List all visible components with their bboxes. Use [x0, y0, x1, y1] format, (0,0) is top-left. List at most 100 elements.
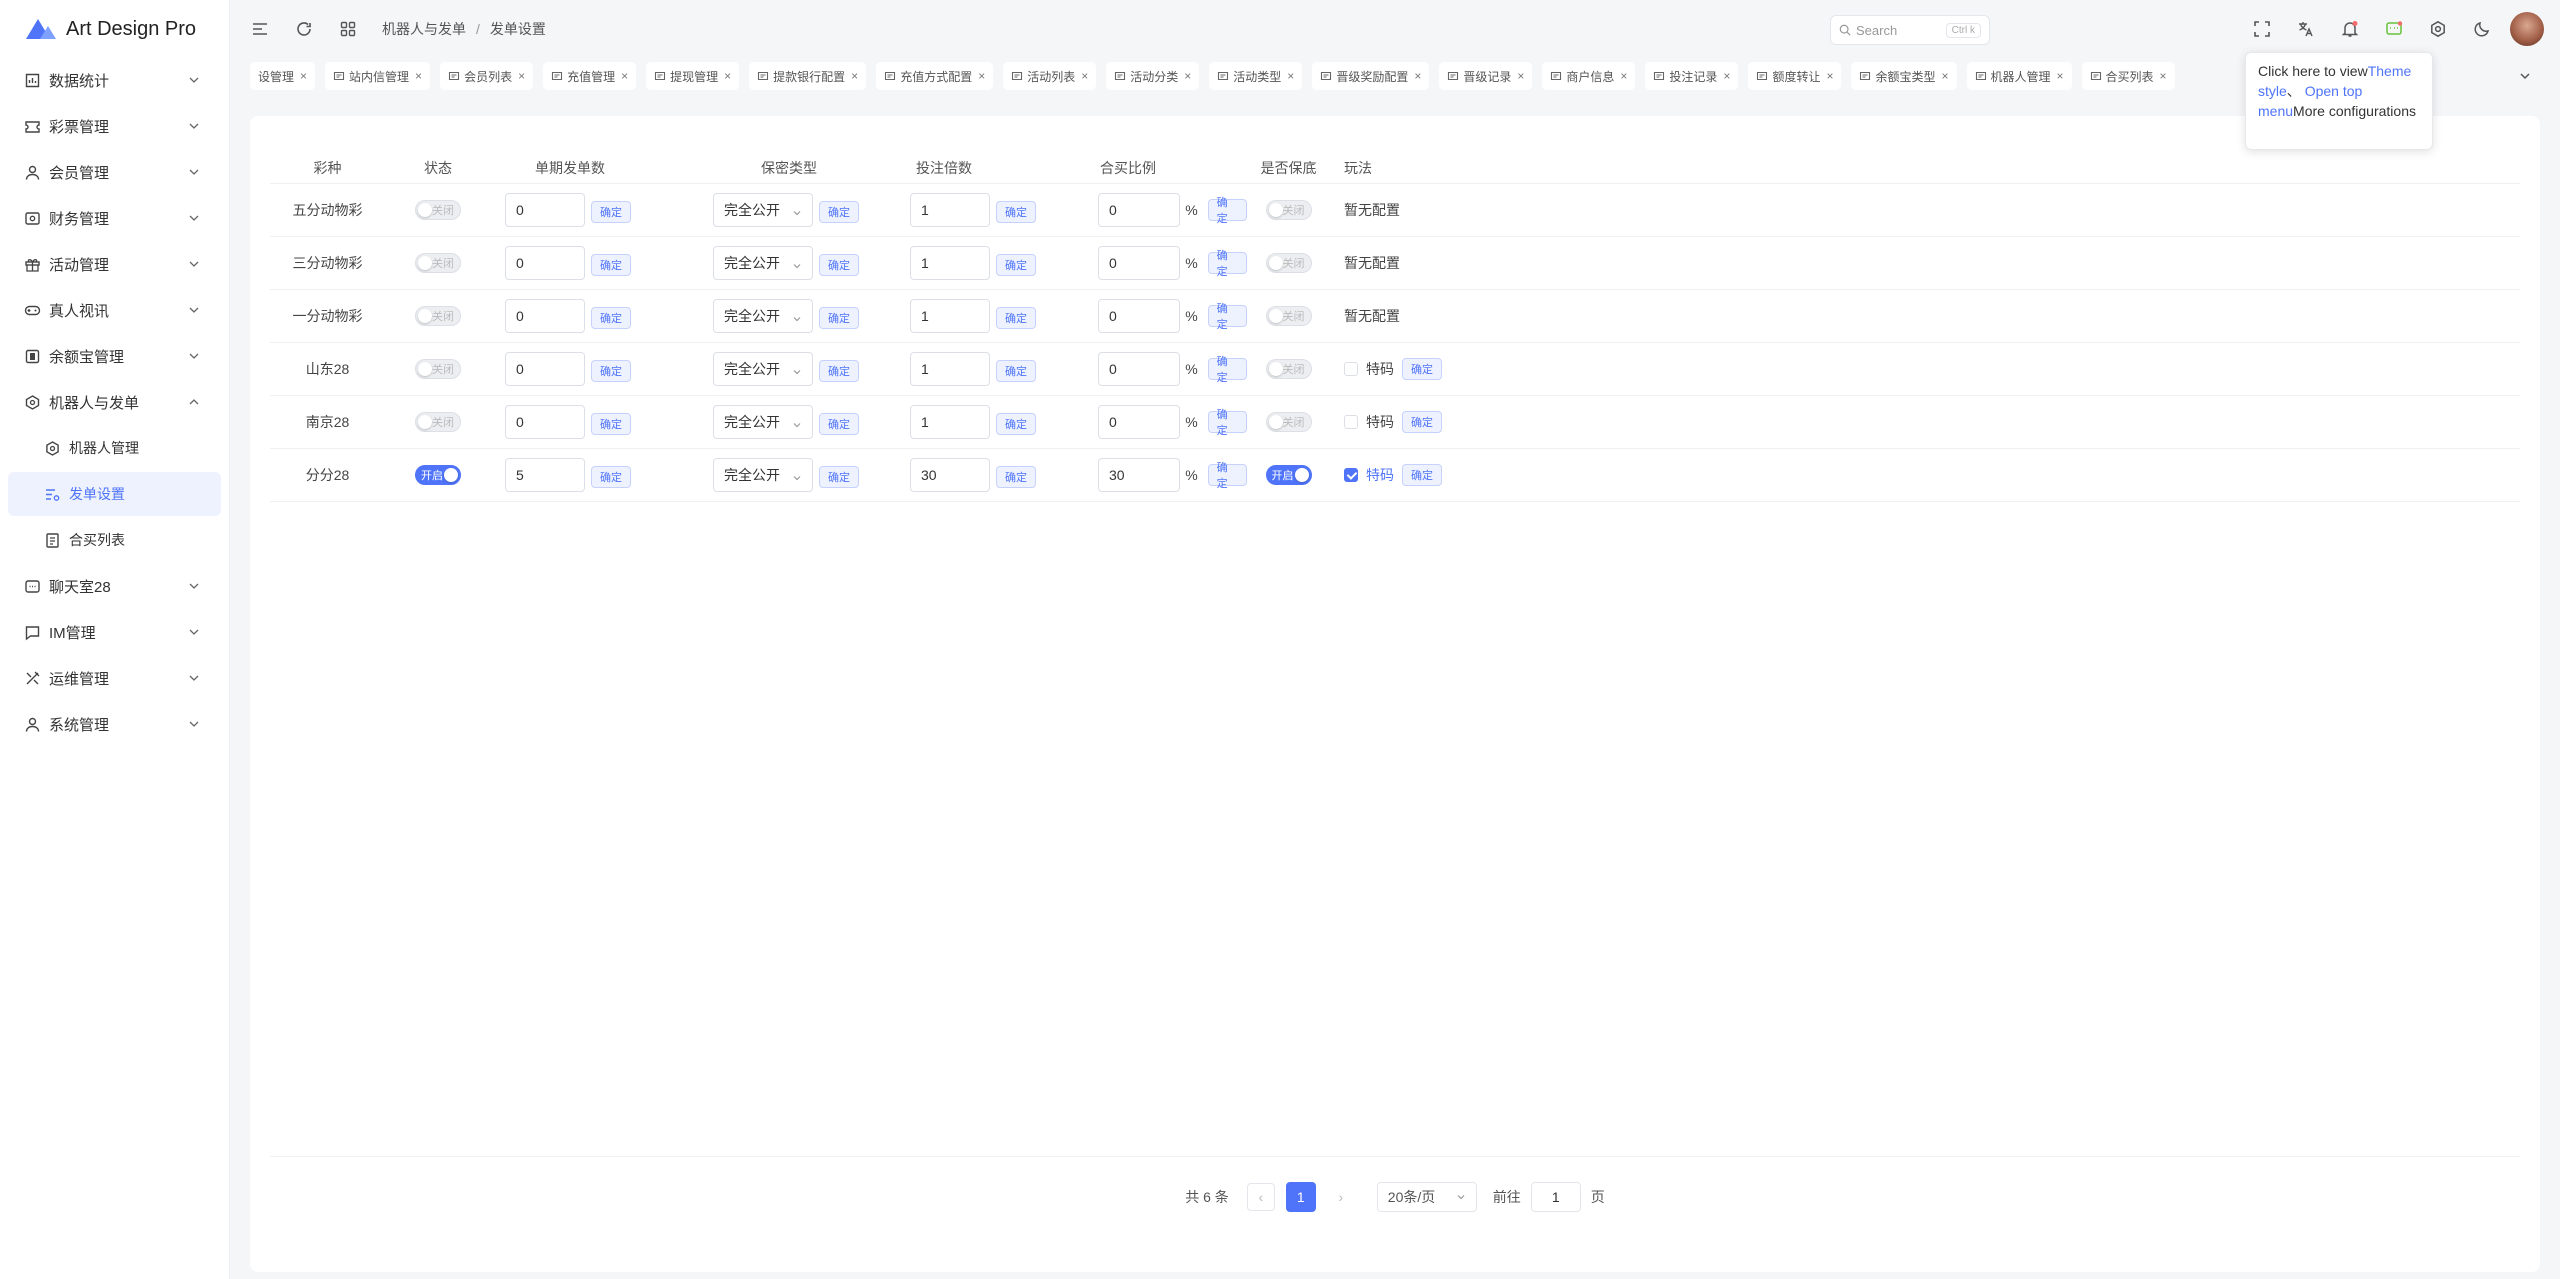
- guarantee-switch[interactable]: 关闭: [1265, 412, 1312, 432]
- secrecy-select[interactable]: 完全公开: [713, 352, 813, 386]
- orders-input[interactable]: 0: [505, 246, 585, 280]
- confirm-button[interactable]: 确定: [591, 254, 631, 276]
- tab-2[interactable]: 会员列表 ×: [440, 62, 534, 90]
- page-number-current[interactable]: 1: [1285, 1181, 1316, 1212]
- sidebar-item-4[interactable]: 活动管理: [8, 242, 221, 286]
- dark-mode-moon-icon[interactable]: [2460, 7, 2504, 51]
- secrecy-select[interactable]: 完全公开: [713, 299, 813, 333]
- status-switch[interactable]: 开启: [415, 465, 461, 485]
- confirm-button[interactable]: 确定: [591, 413, 631, 435]
- ratio-input[interactable]: 0: [1098, 352, 1181, 386]
- sidebar-item-12[interactable]: IM管理: [8, 610, 221, 654]
- tab-15[interactable]: 余额宝类型 ×: [1851, 62, 1957, 90]
- tab-close-icon[interactable]: ×: [1723, 69, 1730, 83]
- tab-close-icon[interactable]: ×: [978, 69, 985, 83]
- confirm-button[interactable]: 确定: [819, 466, 859, 488]
- tab-close-icon[interactable]: ×: [518, 69, 525, 83]
- tab-4[interactable]: 提现管理 ×: [646, 62, 740, 90]
- sidebar-item-6[interactable]: 余额宝管理: [8, 334, 221, 378]
- tabs-more-chevron-icon[interactable]: [2510, 60, 2540, 92]
- confirm-button[interactable]: 确定: [996, 413, 1036, 435]
- tab-6[interactable]: 充值方式配置 ×: [876, 62, 994, 90]
- multiple-input[interactable]: 1: [910, 299, 990, 333]
- ratio-input[interactable]: 0: [1098, 246, 1181, 280]
- chat-icon[interactable]: [2372, 7, 2416, 51]
- sidebar-item-7[interactable]: 机器人与发单: [8, 380, 221, 424]
- sidebar-item-5[interactable]: 真人视讯: [8, 288, 221, 332]
- secrecy-select[interactable]: 完全公开: [713, 193, 813, 227]
- tab-close-icon[interactable]: ×: [1414, 69, 1421, 83]
- tab-close-icon[interactable]: ×: [1517, 69, 1524, 83]
- orders-input[interactable]: 5: [505, 458, 585, 492]
- status-switch[interactable]: 关闭: [415, 412, 461, 432]
- refresh-icon[interactable]: [282, 7, 326, 51]
- confirm-button[interactable]: 确定: [819, 201, 859, 223]
- sidebar-item-2[interactable]: 会员管理: [8, 150, 221, 194]
- confirm-button[interactable]: 确定: [1207, 197, 1247, 225]
- tab-17[interactable]: 合买列表 ×: [2081, 62, 2175, 90]
- tab-11[interactable]: 晋级记录 ×: [1439, 62, 1533, 90]
- tab-9[interactable]: 活动类型 ×: [1209, 62, 1303, 90]
- tab-close-icon[interactable]: ×: [1826, 69, 1833, 83]
- tab-close-icon[interactable]: ×: [1620, 69, 1627, 83]
- translate-icon[interactable]: [2284, 7, 2328, 51]
- status-switch[interactable]: 关闭: [415, 200, 461, 220]
- tab-5[interactable]: 提款银行配置 ×: [749, 62, 867, 90]
- tab-0[interactable]: 设管理 ×: [250, 62, 316, 90]
- status-switch[interactable]: 关闭: [415, 253, 461, 273]
- tab-12[interactable]: 商户信息 ×: [1542, 62, 1636, 90]
- secrecy-select[interactable]: 完全公开: [713, 405, 813, 439]
- tab-16[interactable]: 机器人管理 ×: [1966, 62, 2072, 90]
- grid-icon[interactable]: [326, 7, 370, 51]
- confirm-button[interactable]: 确定: [819, 254, 859, 276]
- confirm-button[interactable]: 确定: [1207, 356, 1247, 384]
- multiple-input[interactable]: 1: [910, 246, 990, 280]
- goto-page-input[interactable]: 1: [1530, 1181, 1581, 1212]
- confirm-button[interactable]: 确定: [819, 360, 859, 382]
- tab-3[interactable]: 充值管理 ×: [543, 62, 637, 90]
- play-checkbox[interactable]: [1344, 362, 1358, 376]
- play-checkbox[interactable]: [1344, 415, 1358, 429]
- confirm-button[interactable]: 确定: [996, 201, 1036, 223]
- confirm-button[interactable]: 确定: [591, 466, 631, 488]
- guarantee-switch[interactable]: 关闭: [1265, 359, 1312, 379]
- confirm-button[interactable]: 确定: [1207, 250, 1247, 278]
- confirm-button[interactable]: 确定: [819, 413, 859, 435]
- confirm-button[interactable]: 确定: [591, 307, 631, 329]
- sidebar-item-1[interactable]: 彩票管理: [8, 104, 221, 148]
- multiple-input[interactable]: 30: [910, 458, 990, 492]
- tab-close-icon[interactable]: ×: [2160, 69, 2167, 83]
- ratio-input[interactable]: 30: [1098, 458, 1181, 492]
- sidebar-item-13[interactable]: 运维管理: [8, 656, 221, 700]
- guarantee-switch[interactable]: 关闭: [1265, 253, 1312, 273]
- confirm-button[interactable]: 确定: [996, 307, 1036, 329]
- prev-page-icon[interactable]: ‹: [1246, 1182, 1275, 1211]
- confirm-button[interactable]: 确定: [996, 360, 1036, 382]
- sidebar-item-8[interactable]: 机器人管理: [8, 426, 221, 470]
- guarantee-switch[interactable]: 关闭: [1265, 200, 1312, 220]
- confirm-button[interactable]: 确定: [996, 254, 1036, 276]
- tab-10[interactable]: 晋级奖励配置 ×: [1312, 62, 1430, 90]
- tab-close-icon[interactable]: ×: [851, 69, 858, 83]
- tab-close-icon[interactable]: ×: [1184, 69, 1191, 83]
- guarantee-switch[interactable]: 关闭: [1265, 306, 1312, 326]
- confirm-button[interactable]: 确定: [1207, 462, 1247, 490]
- logo[interactable]: Art Design Pro: [0, 0, 229, 58]
- confirm-button[interactable]: 确定: [1402, 411, 1442, 433]
- ratio-input[interactable]: 0: [1098, 193, 1181, 227]
- tab-close-icon[interactable]: ×: [300, 69, 307, 83]
- confirm-button[interactable]: 确定: [1402, 464, 1442, 486]
- confirm-button[interactable]: 确定: [996, 466, 1036, 488]
- sidebar-item-9[interactable]: 发单设置: [8, 472, 221, 516]
- tab-close-icon[interactable]: ×: [415, 69, 422, 83]
- play-checkbox[interactable]: [1344, 468, 1358, 482]
- sidebar-item-10[interactable]: 合买列表: [8, 518, 221, 562]
- fullscreen-icon[interactable]: [2240, 7, 2284, 51]
- confirm-button[interactable]: 确定: [591, 201, 631, 223]
- next-page-icon[interactable]: ›: [1326, 1182, 1355, 1211]
- guarantee-switch[interactable]: 开启: [1265, 465, 1312, 485]
- settings-gear-icon[interactable]: [2416, 7, 2460, 51]
- tab-close-icon[interactable]: ×: [621, 69, 628, 83]
- breadcrumb-item[interactable]: 机器人与发单: [382, 19, 466, 39]
- ratio-input[interactable]: 0: [1098, 299, 1181, 333]
